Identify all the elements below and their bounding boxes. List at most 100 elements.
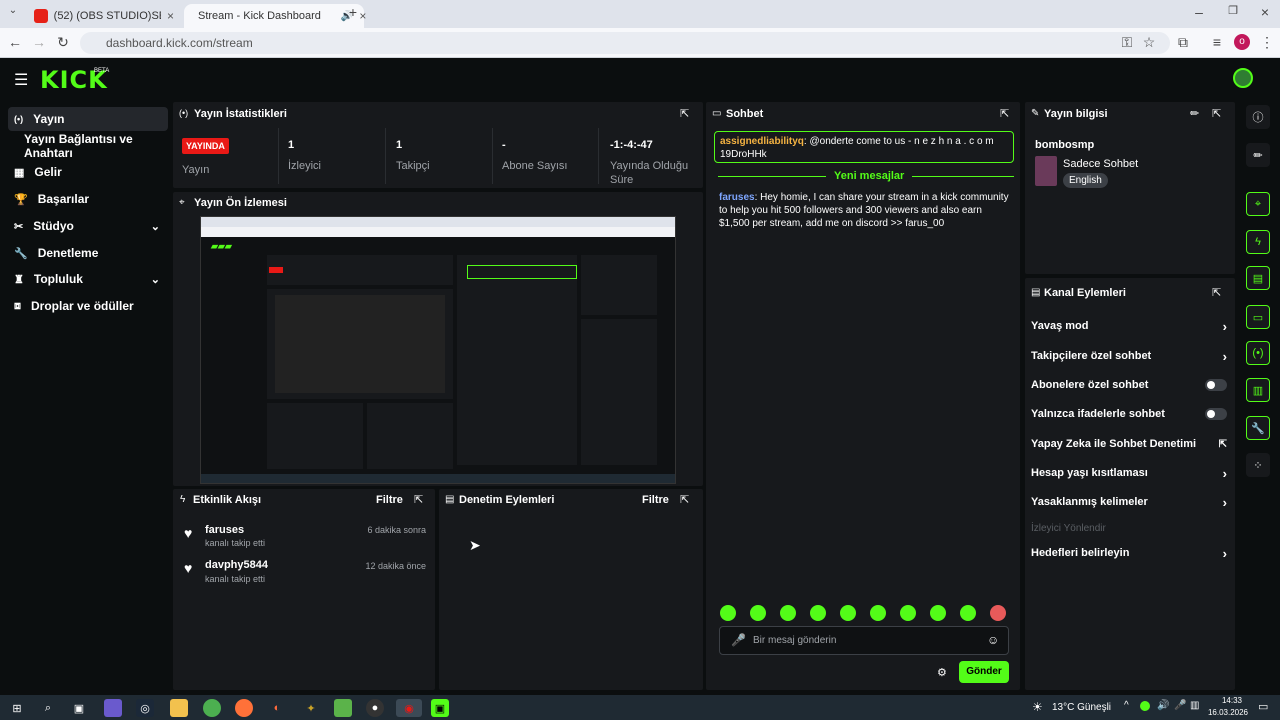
profile-avatar[interactable]: o xyxy=(1234,34,1250,50)
category-thumbnail[interactable] xyxy=(1035,156,1057,186)
chat-icon[interactable]: ▭ xyxy=(1246,305,1270,329)
sidebar-item-basarilar[interactable]: 🏆 Başarılar xyxy=(8,187,168,211)
obs-icon[interactable]: ● xyxy=(366,699,384,717)
url-field[interactable]: dashboard.kick.com/stream xyxy=(80,32,1170,54)
emoji-icon[interactable]: ☺ xyxy=(987,633,999,647)
volume-icon[interactable]: 🔊 xyxy=(1157,700,1169,711)
chevron-right-icon[interactable]: › xyxy=(1223,349,1227,364)
search-icon[interactable]: ⌕ xyxy=(39,699,57,717)
chevron-right-icon[interactable]: › xyxy=(1223,319,1227,334)
chevron-down-icon[interactable]: ⌄ xyxy=(151,273,160,286)
microphone-icon[interactable]: 🎤 xyxy=(731,633,746,647)
steam-icon[interactable]: ◎ xyxy=(136,699,154,717)
key-icon[interactable]: ⚿ xyxy=(1118,34,1136,51)
emotes-only-toggle[interactable] xyxy=(1205,408,1227,420)
stream-category[interactable]: Sadece Sohbet xyxy=(1063,158,1138,170)
forward-icon[interactable]: → xyxy=(30,34,48,50)
extensions-icon[interactable]: ⧉ xyxy=(1174,34,1192,51)
activity-filter-button[interactable]: Filtre xyxy=(376,494,403,506)
popout-icon[interactable]: ⇱ xyxy=(680,493,689,506)
sidebar-item-droplar[interactable]: ⧈ Droplar ve ödüller xyxy=(8,294,168,318)
user-avatar[interactable] xyxy=(1233,68,1253,88)
popout-icon[interactable]: ⇱ xyxy=(414,493,423,506)
action-ai-moderation[interactable]: Yapay Zeka ile Sohbet Denetimi ⇱ xyxy=(1031,436,1227,452)
settings-gear-icon[interactable]: ⚙ xyxy=(937,666,947,679)
sidebar-item-gelir[interactable]: ▦ Gelir xyxy=(8,160,168,184)
emote-icon[interactable] xyxy=(930,605,946,621)
kick-app-icon[interactable]: ▣ xyxy=(431,699,449,717)
action-banned-words[interactable]: Yasaklanmış kelimeler › xyxy=(1031,494,1227,510)
sidebar-item-denetleme[interactable]: 🔧 Denetleme xyxy=(8,241,168,265)
bookmark-star-icon[interactable]: ☆ xyxy=(1140,34,1158,51)
sidebar-item-topluluk[interactable]: ♜ Topluluk ⌄ xyxy=(8,267,168,291)
close-window-icon[interactable]: × xyxy=(1256,4,1274,20)
wrench-icon[interactable]: 🔧 xyxy=(1246,416,1270,440)
notifications-icon[interactable]: ▭ xyxy=(1258,700,1268,713)
game-icon[interactable]: ✦ xyxy=(302,699,320,717)
chrome-icon[interactable] xyxy=(203,699,221,717)
emote-icon[interactable] xyxy=(900,605,916,621)
pinned-user[interactable]: assignedliabilityq xyxy=(720,136,804,147)
tray-app-icon[interactable] xyxy=(1140,701,1150,711)
windows-start-icon[interactable]: ⊞ xyxy=(8,699,26,717)
lightning-icon[interactable]: ϟ xyxy=(1246,230,1270,254)
chevron-right-icon[interactable]: › xyxy=(1223,466,1227,481)
file-explorer-icon[interactable] xyxy=(170,699,188,717)
send-button[interactable]: Gönder xyxy=(959,661,1009,683)
minimize-icon[interactable]: – xyxy=(1190,4,1208,20)
chat-input-placeholder[interactable]: Bir mesaj gönderin xyxy=(753,635,836,646)
emote-icon[interactable] xyxy=(720,605,736,621)
emote-icon[interactable] xyxy=(750,605,766,621)
sidebar-item-yayin[interactable]: (•) Yayın xyxy=(8,107,168,131)
apps-icon[interactable]: ⁘ xyxy=(1246,453,1270,477)
chevron-right-icon[interactable]: › xyxy=(1223,495,1227,510)
firefox-icon[interactable] xyxy=(235,699,253,717)
emote-icon[interactable] xyxy=(780,605,796,621)
chat-message-user[interactable]: faruses xyxy=(719,192,755,203)
external-link-icon[interactable]: ⇱ xyxy=(1219,439,1227,450)
activity-user[interactable]: faruses xyxy=(205,524,244,536)
emote-icon[interactable] xyxy=(840,605,856,621)
activity-user[interactable]: davphy5844 xyxy=(205,559,268,571)
action-subscribers-only[interactable]: Abonelere özel sohbet xyxy=(1031,377,1227,393)
emote-icon[interactable] xyxy=(960,605,976,621)
popout-icon[interactable]: ⇱ xyxy=(1212,286,1221,299)
minecraft-icon[interactable] xyxy=(334,699,352,717)
copilot-icon[interactable] xyxy=(104,699,122,717)
clock-date[interactable]: 16.03.2026 xyxy=(1204,708,1252,717)
emote-icon[interactable] xyxy=(990,605,1006,621)
weather-text[interactable]: 13°C Güneşli xyxy=(1052,702,1111,713)
menu-dots-icon[interactable]: ⋮ xyxy=(1258,34,1276,51)
popout-icon[interactable]: ⇱ xyxy=(680,107,689,120)
stream-preview-video[interactable]: ▰▰▰ xyxy=(200,216,676,484)
maximize-icon[interactable]: ❐ xyxy=(1224,4,1242,17)
sidebar-item-stream-key[interactable]: Yayın Bağlantısı ve Anahtarı xyxy=(8,132,174,160)
emote-icon[interactable] xyxy=(870,605,886,621)
close-tab-icon[interactable]: × xyxy=(167,9,174,23)
action-followers-only[interactable]: Takipçilere özel sohbet › xyxy=(1031,348,1227,364)
info-icon[interactable]: ⓘ xyxy=(1246,105,1270,129)
action-set-goals[interactable]: Hedefleri belirleyin › xyxy=(1031,545,1227,561)
emote-icon[interactable] xyxy=(810,605,826,621)
clock-time[interactable]: 14:33 xyxy=(1214,696,1250,705)
layout-icon[interactable]: ▥ xyxy=(1246,378,1270,402)
task-view-icon[interactable]: ▣ xyxy=(70,699,88,717)
new-tab-icon[interactable]: + xyxy=(344,4,362,20)
popout-icon[interactable]: ⇱ xyxy=(1212,107,1221,120)
chrome-active-icon[interactable]: ◉ xyxy=(396,699,422,717)
edit-pencil-icon[interactable]: ✏ xyxy=(1246,143,1270,167)
hamburger-menu-icon[interactable]: ☰ xyxy=(14,70,28,90)
action-slow-mode[interactable]: Yavaş mod › xyxy=(1031,318,1227,334)
browser-tab-youtube[interactable]: (52) (OBS STUDIO)SES YANKI SO × xyxy=(26,4,182,28)
network-icon[interactable]: ▥ xyxy=(1190,700,1199,711)
action-emotes-only[interactable]: Yalnızca ifadelerle sohbet xyxy=(1031,406,1227,422)
chevron-right-icon[interactable]: › xyxy=(1223,546,1227,561)
chevron-down-icon[interactable]: ⌄ xyxy=(151,220,160,233)
popout-icon[interactable]: ⇱ xyxy=(1000,107,1009,120)
sidebar-item-studyo[interactable]: ✂ Stüdyo ⌄ xyxy=(8,214,168,238)
action-account-age[interactable]: Hesap yaşı kısıtlaması › xyxy=(1031,465,1227,481)
reload-icon[interactable]: ↻ xyxy=(54,34,72,51)
browser-tab-kick[interactable]: Stream - Kick Dashboard 🔊 × xyxy=(184,4,366,28)
broadcast-icon[interactable]: (•) xyxy=(1246,341,1270,365)
subscribers-only-toggle[interactable] xyxy=(1205,379,1227,391)
